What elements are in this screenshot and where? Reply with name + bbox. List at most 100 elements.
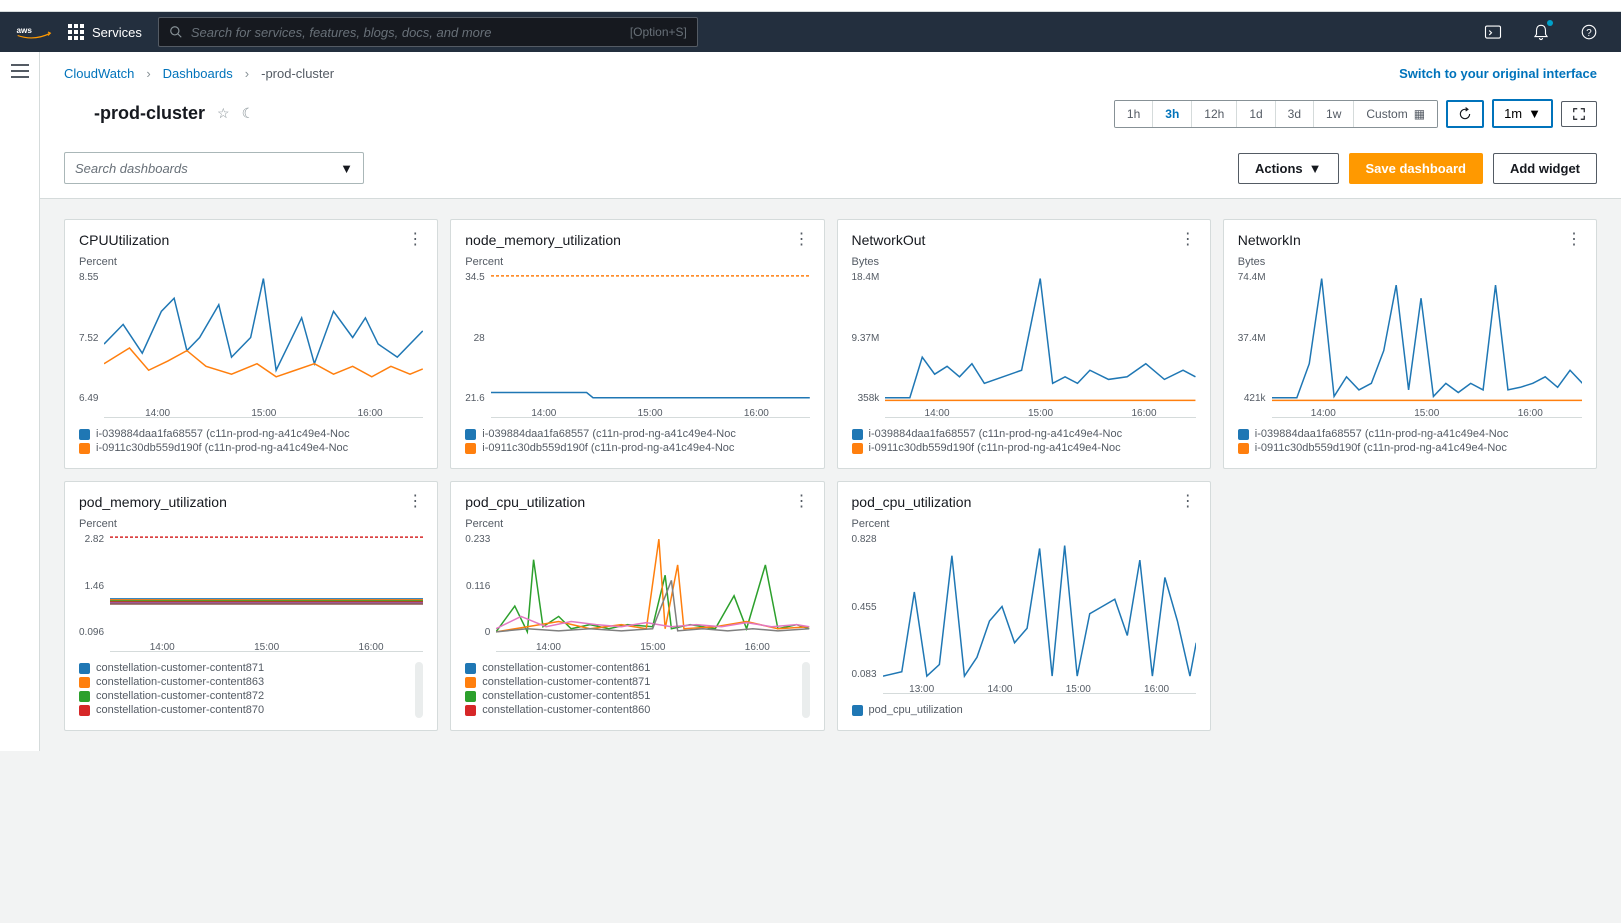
refresh-interval-label: 1m — [1504, 106, 1522, 121]
legend-swatch — [852, 443, 863, 454]
legend: i-039884daa1fa68557 (c11n-prod-ng-a41c49… — [79, 428, 423, 456]
chart-area[interactable]: 8.557.526.49 14:0015:0016:00 — [79, 272, 423, 418]
plot: 14:0015:0016:00 — [104, 272, 423, 418]
legend-swatch — [1238, 443, 1249, 454]
notifications-icon[interactable] — [1525, 16, 1557, 48]
dashboard-search-placeholder: Search dashboards — [75, 161, 188, 176]
widget-menu-icon[interactable]: ⋮ — [794, 232, 810, 248]
legend-swatch — [79, 443, 90, 454]
dashboard-search[interactable]: Search dashboards ▼ — [64, 152, 364, 184]
widget-title: pod_cpu_utilization — [852, 494, 972, 510]
widget-unit: Percent — [79, 256, 423, 268]
refresh-interval-dropdown[interactable]: 1m ▼ — [1492, 99, 1553, 128]
legend-item[interactable]: i-039884daa1fa68557 (c11n-prod-ng-a41c49… — [465, 428, 809, 440]
time-range-3d[interactable]: 3d — [1276, 101, 1314, 127]
legend-item[interactable]: i-0911c30db559d190f (c11n-prod-ng-a41c49… — [1238, 442, 1582, 454]
search-icon — [169, 25, 183, 39]
x-axis: 14:0015:0016:00 — [885, 408, 1195, 419]
legend-item[interactable]: constellation-customer-content851 — [465, 690, 809, 702]
save-dashboard-button[interactable]: Save dashboard — [1349, 153, 1483, 184]
legend-item[interactable]: i-0911c30db559d190f (c11n-prod-ng-a41c49… — [465, 442, 809, 454]
legend-swatch — [852, 429, 863, 440]
hamburger-icon[interactable] — [11, 64, 29, 78]
legend: constellation-customer-content861 constel… — [465, 662, 809, 718]
global-search[interactable]: [Option+S] — [158, 17, 698, 47]
time-range-3h[interactable]: 3h — [1153, 101, 1192, 127]
legend-item[interactable]: constellation-customer-content871 — [79, 662, 423, 674]
legend-item[interactable]: constellation-customer-content863 — [79, 676, 423, 688]
help-icon[interactable]: ? — [1573, 16, 1605, 48]
fullscreen-button[interactable] — [1561, 101, 1597, 127]
x-axis: 14:0015:0016:00 — [496, 642, 809, 653]
widget-title: NetworkIn — [1238, 232, 1301, 248]
legend-swatch — [465, 691, 476, 702]
legend-label: i-039884daa1fa68557 (c11n-prod-ng-a41c49… — [96, 428, 350, 440]
legend-swatch — [852, 705, 863, 716]
switch-interface-link[interactable]: Switch to your original interface — [1399, 66, 1597, 81]
plot: 13:0014:0015:0016:00 — [883, 534, 1196, 694]
services-button[interactable]: Services — [68, 24, 142, 40]
legend-label: constellation-customer-content872 — [96, 690, 264, 702]
legend-item[interactable]: i-039884daa1fa68557 (c11n-prod-ng-a41c49… — [852, 428, 1196, 440]
actions-button[interactable]: Actions▼ — [1238, 153, 1339, 184]
widget-NetworkIn: NetworkIn ⋮ Bytes 74.4M37.4M421k 14:0015… — [1223, 219, 1597, 469]
time-range-1w[interactable]: 1w — [1314, 101, 1354, 127]
caret-down-icon: ▼ — [1528, 106, 1541, 121]
chart-area[interactable]: 74.4M37.4M421k 14:0015:0016:00 — [1238, 272, 1582, 418]
legend-label: i-0911c30db559d190f (c11n-prod-ng-a41c49… — [869, 442, 1121, 454]
widget-menu-icon[interactable]: ⋮ — [1180, 232, 1196, 248]
widget-title: node_memory_utilization — [465, 232, 621, 248]
x-axis: 14:0015:0016:00 — [1272, 408, 1582, 419]
chart-area[interactable]: 0.2330.1160 14:0015:0016:00 — [465, 534, 809, 652]
widget-menu-icon[interactable]: ⋮ — [407, 232, 423, 248]
breadcrumb-cloudwatch[interactable]: CloudWatch — [64, 66, 134, 81]
legend-item[interactable]: i-039884daa1fa68557 (c11n-prod-ng-a41c49… — [1238, 428, 1582, 440]
time-range-1h[interactable]: 1h — [1115, 101, 1153, 127]
dashboard-title: -prod-cluster — [64, 103, 205, 124]
legend-item[interactable]: constellation-customer-content860 — [465, 704, 809, 716]
calendar-icon: ▦ — [1414, 107, 1425, 121]
breadcrumb-dashboards[interactable]: Dashboards — [163, 66, 233, 81]
x-axis: 14:0015:0016:00 — [491, 408, 810, 419]
legend-item[interactable]: i-0911c30db559d190f (c11n-prod-ng-a41c49… — [79, 442, 423, 454]
fullscreen-icon — [1572, 107, 1586, 121]
widget-CPUUtilization: CPUUtilization ⋮ Percent 8.557.526.49 14… — [64, 219, 438, 469]
widget-menu-icon[interactable]: ⋮ — [1180, 494, 1196, 510]
widget-menu-icon[interactable]: ⋮ — [407, 494, 423, 510]
legend-item[interactable]: constellation-customer-content870 — [79, 704, 423, 716]
top-nav: aws Services [Option+S] ? — [0, 12, 1621, 52]
time-range-12h[interactable]: 12h — [1192, 101, 1237, 127]
star-icon[interactable]: ☆ — [217, 105, 230, 122]
chart-area[interactable]: 34.52821.6 14:0015:0016:00 — [465, 272, 809, 418]
widget-menu-icon[interactable]: ⋮ — [1566, 232, 1582, 248]
legend-swatch — [79, 705, 90, 716]
title-row: -prod-cluster ☆ ☾ 1h3h12h1d3d1wCustom ▦ … — [40, 95, 1621, 142]
legend-item[interactable]: constellation-customer-content861 — [465, 662, 809, 674]
services-grid-icon — [68, 24, 84, 40]
time-range-Custom[interactable]: Custom ▦ — [1354, 101, 1437, 127]
cloudshell-icon[interactable] — [1477, 16, 1509, 48]
legend-item[interactable]: pod_cpu_utilization — [852, 704, 1196, 716]
chart-area[interactable]: 0.8280.4550.083 13:0014:0015:0016:00 — [852, 534, 1196, 694]
legend-item[interactable]: i-039884daa1fa68557 (c11n-prod-ng-a41c49… — [79, 428, 423, 440]
chart-area[interactable]: 2.821.460.096 14:0015:0016:00 — [79, 534, 423, 652]
plot: 14:0015:0016:00 — [496, 534, 809, 652]
caret-down-icon: ▼ — [1309, 161, 1322, 176]
search-input[interactable] — [191, 25, 622, 40]
aws-logo[interactable]: aws — [16, 25, 52, 39]
y-axis: 34.52821.6 — [465, 272, 490, 418]
caret-down-icon: ▼ — [340, 161, 353, 176]
legend-item[interactable]: constellation-customer-content872 — [79, 690, 423, 702]
time-range-1d[interactable]: 1d — [1237, 101, 1275, 127]
legend-item[interactable]: i-0911c30db559d190f (c11n-prod-ng-a41c49… — [852, 442, 1196, 454]
breadcrumb: CloudWatch › Dashboards › -prod-cluster — [64, 66, 334, 81]
svg-text:aws: aws — [17, 26, 33, 35]
legend-item[interactable]: constellation-customer-content871 — [465, 676, 809, 688]
moon-icon[interactable]: ☾ — [242, 105, 255, 122]
add-widget-button[interactable]: Add widget — [1493, 153, 1597, 184]
plot: 14:0015:0016:00 — [110, 534, 423, 652]
widget-menu-icon[interactable]: ⋮ — [794, 494, 810, 510]
widget-unit: Percent — [465, 256, 809, 268]
refresh-button[interactable] — [1446, 100, 1484, 128]
chart-area[interactable]: 18.4M9.37M358k 14:0015:0016:00 — [852, 272, 1196, 418]
